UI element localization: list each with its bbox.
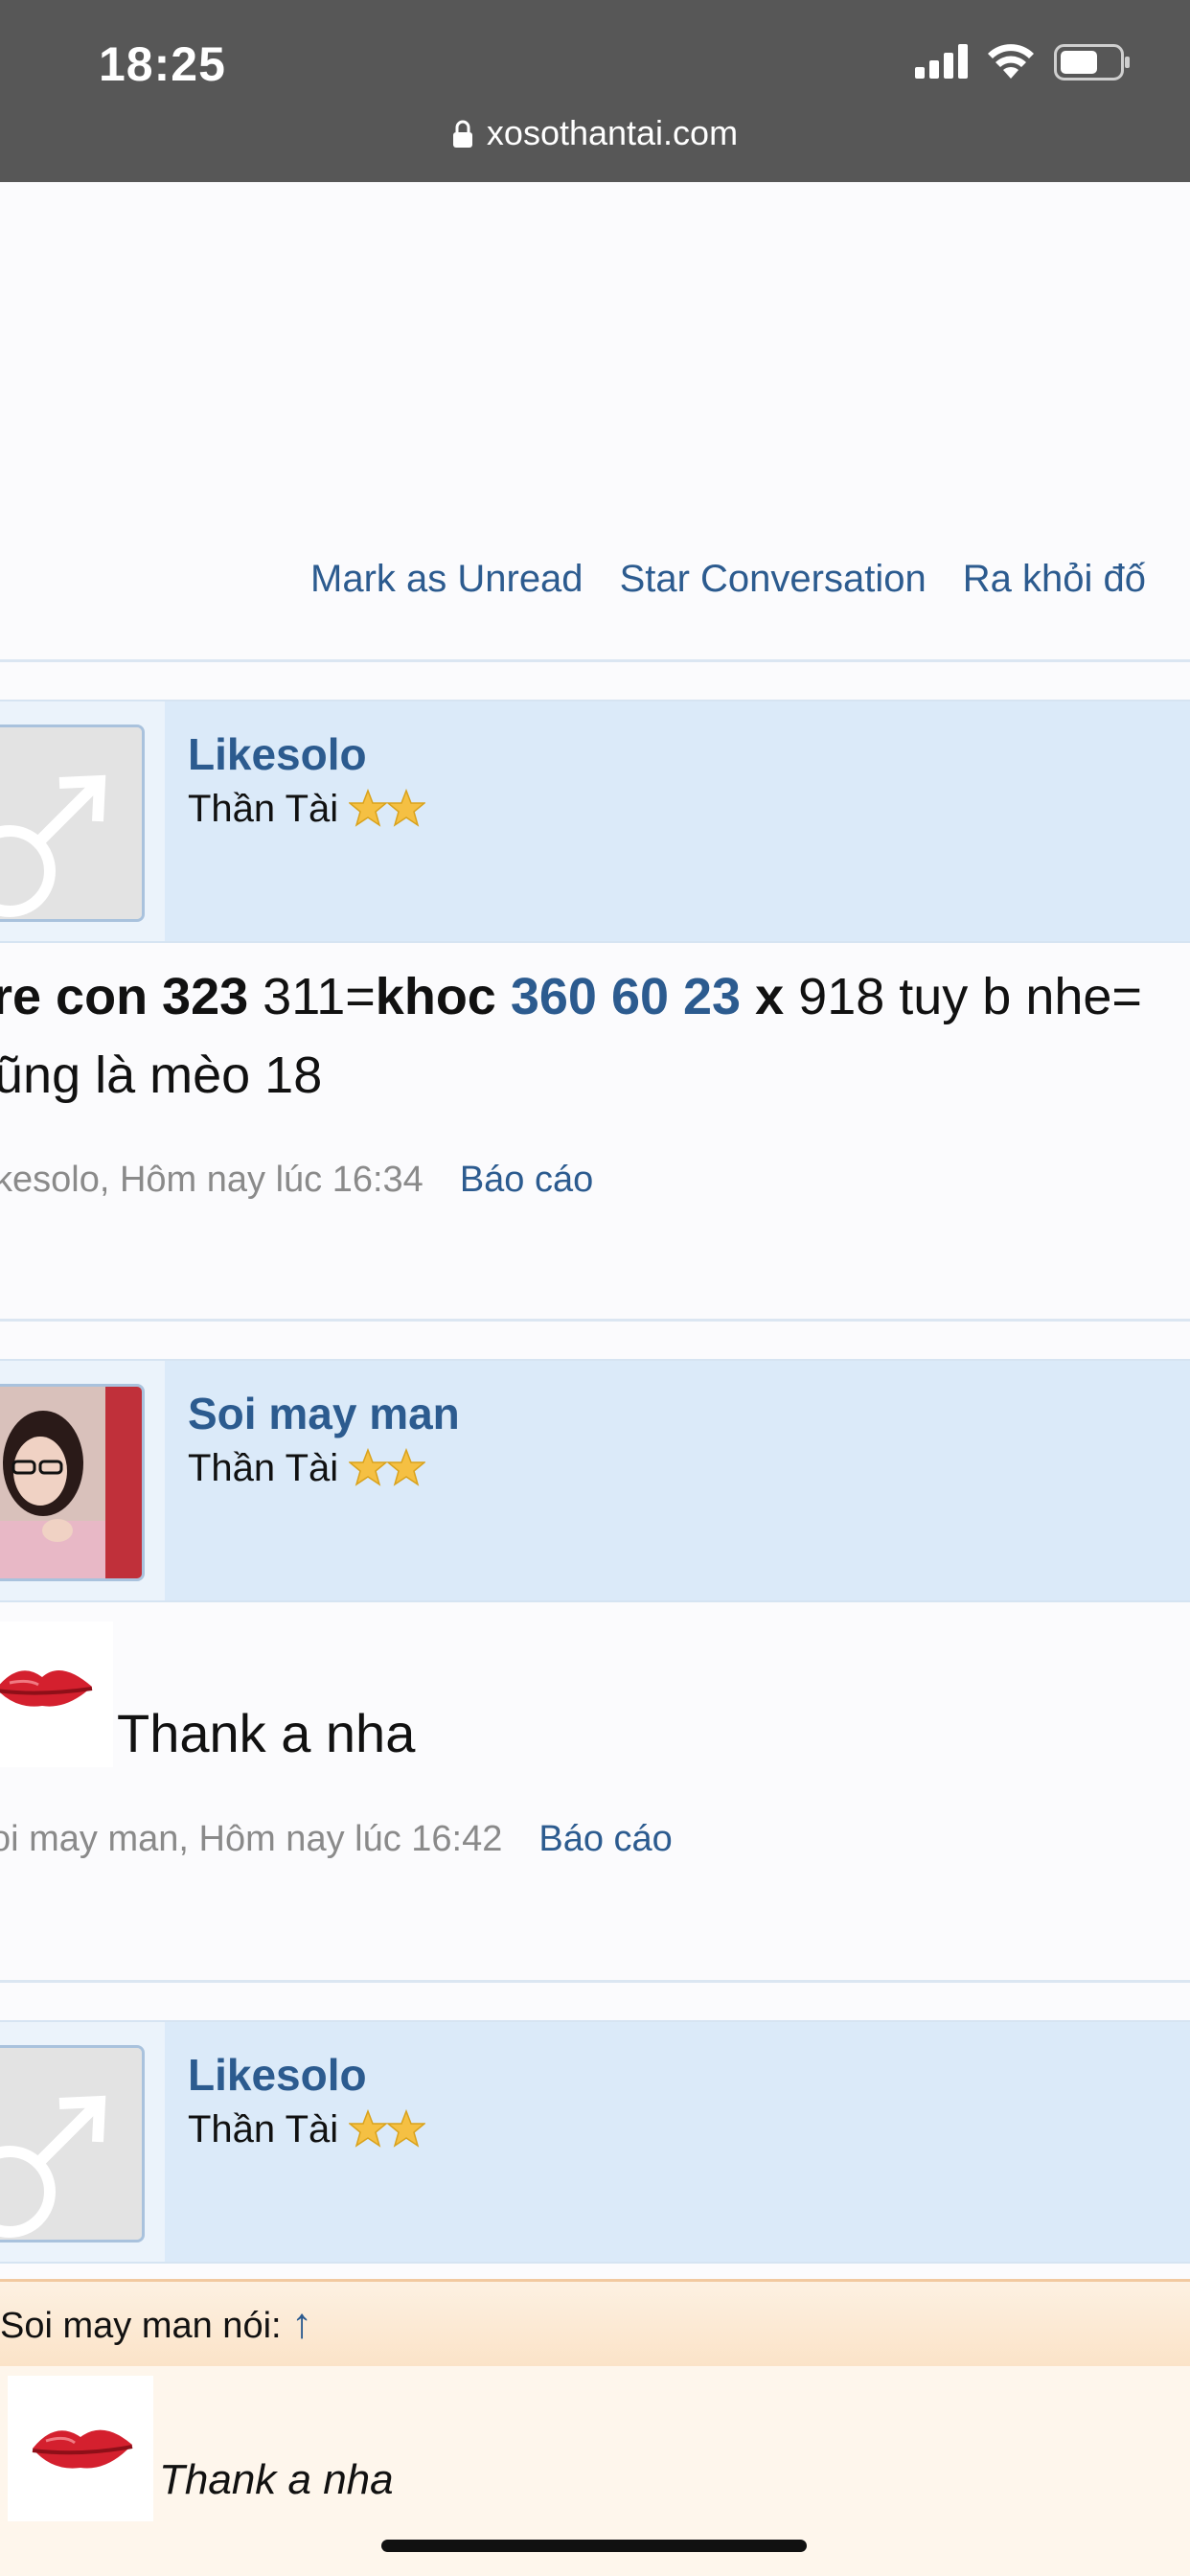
username[interactable]: Likesolo xyxy=(188,2049,367,2101)
divider xyxy=(0,1980,1190,1983)
msg-fragment xyxy=(496,968,511,1025)
url-text: xosothantai.com xyxy=(486,113,739,152)
profile-photo-icon xyxy=(0,1387,142,1578)
msg-fragment: re con 323 xyxy=(0,968,249,1025)
post-author-time: kesolo, Hôm nay lúc 16:34 xyxy=(0,1160,423,1200)
quote-header: Soi may man nói: ↑ xyxy=(0,2279,1190,2369)
message-text: Thank a nha xyxy=(117,1703,416,1763)
msg-fragment-highlight: 360 60 23 xyxy=(510,968,742,1025)
star-icon xyxy=(349,2109,388,2148)
star-icon xyxy=(349,1448,388,1486)
username[interactable]: Likesolo xyxy=(188,728,367,780)
msg-fragment: 918 tuy b nhe= xyxy=(784,968,1142,1025)
home-indicator[interactable] xyxy=(381,2540,807,2552)
avatar-frame xyxy=(0,1361,165,1600)
battery-icon xyxy=(1054,44,1130,80)
msg-fragment xyxy=(741,968,755,1025)
male-avatar-icon xyxy=(0,727,142,919)
user-title: Thần Tài xyxy=(188,2108,426,2151)
user-title: Thần Tài xyxy=(188,1447,426,1490)
report-link[interactable]: Báo cáo xyxy=(538,1819,672,1859)
divider xyxy=(0,1319,1190,1322)
signal-icon xyxy=(915,44,968,79)
lock-icon xyxy=(452,120,472,148)
post-author-time: oi may man, Hôm nay lúc 16:42 xyxy=(0,1819,503,1859)
star-icon xyxy=(387,1448,426,1486)
msg-fragment: khoc xyxy=(375,968,496,1025)
user-title-text: Thần Tài xyxy=(188,1447,339,1489)
user-title: Thần Tài xyxy=(188,788,426,831)
quote-author: Soi may man nói: xyxy=(0,2306,282,2346)
kiss-emoji-icon xyxy=(8,2376,153,2521)
message-text-line2: ũng là mèo 18 xyxy=(0,1046,323,1104)
clock: 18:25 xyxy=(99,37,226,91)
quote-text: Thank a nha xyxy=(159,2456,394,2503)
user-title-text: Thần Tài xyxy=(188,788,339,830)
post-meta: oi may man, Hôm nay lúc 16:42 Báo cáo xyxy=(0,1819,673,1860)
quote-jump-arrow-icon[interactable]: ↑ xyxy=(291,2300,312,2347)
star-conversation-link[interactable]: Star Conversation xyxy=(620,558,927,600)
avatar-frame xyxy=(0,702,165,941)
avatar-frame xyxy=(0,2022,165,2262)
kiss-emoji-icon xyxy=(0,1622,113,1767)
star-icon xyxy=(349,789,388,827)
user-info-block: Likesolo Thần Tài xyxy=(0,2020,1190,2264)
msg-fragment: x xyxy=(755,968,785,1025)
avatar[interactable] xyxy=(0,1384,145,1581)
report-link[interactable]: Báo cáo xyxy=(460,1160,593,1200)
msg-fragment: 311= xyxy=(248,968,376,1025)
leave-conversation-link[interactable]: Ra khỏi đố xyxy=(963,558,1146,600)
status-bar: 18:25 xosothantai.com xyxy=(0,0,1190,182)
star-icon xyxy=(387,2109,426,2148)
post-meta: kesolo, Hôm nay lúc 16:34 Báo cáo xyxy=(0,1160,593,1201)
conversation-tools: Mark as Unread Star Conversation Ra khỏi đ… xyxy=(310,558,1182,601)
star-icon xyxy=(387,789,426,827)
user-info-block: Likesolo Thần Tài xyxy=(0,700,1190,943)
avatar[interactable] xyxy=(0,724,145,922)
male-avatar-icon xyxy=(0,2048,142,2240)
address-bar[interactable]: xosothantai.com xyxy=(0,113,1190,153)
avatar[interactable] xyxy=(0,2045,145,2242)
user-title-text: Thần Tài xyxy=(188,2108,339,2150)
user-info-block: Soi may man Thần Tài xyxy=(0,1359,1190,1602)
username[interactable]: Soi may man xyxy=(188,1388,460,1439)
divider xyxy=(0,659,1190,662)
mark-unread-link[interactable]: Mark as Unread xyxy=(310,558,584,600)
message-text: re con 323 311=khoc 360 60 23 x 918 tuy … xyxy=(0,959,1142,1034)
wifi-icon xyxy=(988,44,1034,79)
